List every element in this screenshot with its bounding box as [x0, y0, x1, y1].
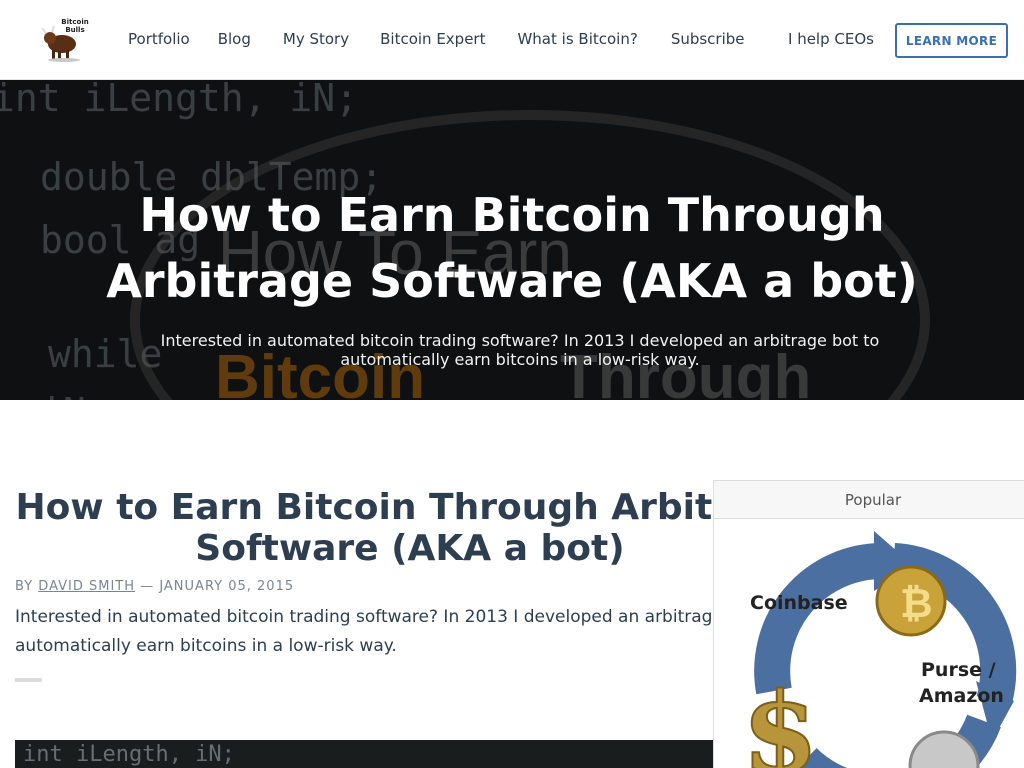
nav-what-is-bitcoin[interactable]: What is Bitcoin? [517, 30, 637, 48]
article-image: int iLength, iN; [15, 740, 715, 768]
article-intro: Interested in automated bitcoin trading … [15, 607, 779, 656]
main-nav: Portfolio Blog My Story Bitcoin Expert W… [128, 30, 745, 48]
post-date: JANUARY 05, 2015 [159, 579, 295, 594]
nav-blog[interactable]: Blog [218, 30, 251, 48]
divider [15, 678, 42, 682]
learn-more-button[interactable]: LEARN MORE [895, 23, 1008, 58]
site-header: Bitcoin Bulls Portfolio Blog My Story Bi… [0, 0, 1024, 80]
nav-portfolio[interactable]: Portfolio [128, 30, 190, 48]
hero-title: How to Earn Bitcoin Through Arbitrage So… [106, 188, 918, 308]
byline: BY DAVID SMITH — JANUARY 05, 2015 [15, 579, 294, 594]
diagram-label-purse: Purse / [921, 659, 996, 681]
diagram-label-coinbase: Coinbase [750, 592, 848, 614]
nav-subscribe[interactable]: Subscribe [671, 30, 745, 48]
author-link[interactable]: DAVID SMITH [38, 579, 135, 594]
popular-post-image[interactable]: ₿ $ Coinbase Purse / Amazon [714, 521, 1024, 768]
byline-prefix: BY [15, 579, 34, 594]
help-text: I help CEOs [788, 30, 874, 48]
diagram-label-amazon: Amazon [919, 685, 1004, 707]
sidebar-popular: Popular ₿ $ Coinbase Purse / Amazon [713, 480, 1024, 768]
article-title: How to Earn Bitcoin Through Arbitrage So… [15, 487, 805, 569]
popular-heading[interactable]: Popular [714, 481, 1024, 519]
hero-subtitle: Interested in automated bitcoin trading … [160, 331, 880, 369]
svg-text:₿: ₿ [900, 581, 933, 627]
logo-text: Bitcoin Bulls [61, 18, 89, 34]
byline-separator: — [140, 579, 155, 594]
article-image-code: int iLength, iN; [23, 742, 235, 767]
nav-my-story[interactable]: My Story [283, 30, 349, 48]
svg-text:$: $ [742, 668, 819, 768]
nav-bitcoin-expert[interactable]: Bitcoin Expert [380, 30, 485, 48]
